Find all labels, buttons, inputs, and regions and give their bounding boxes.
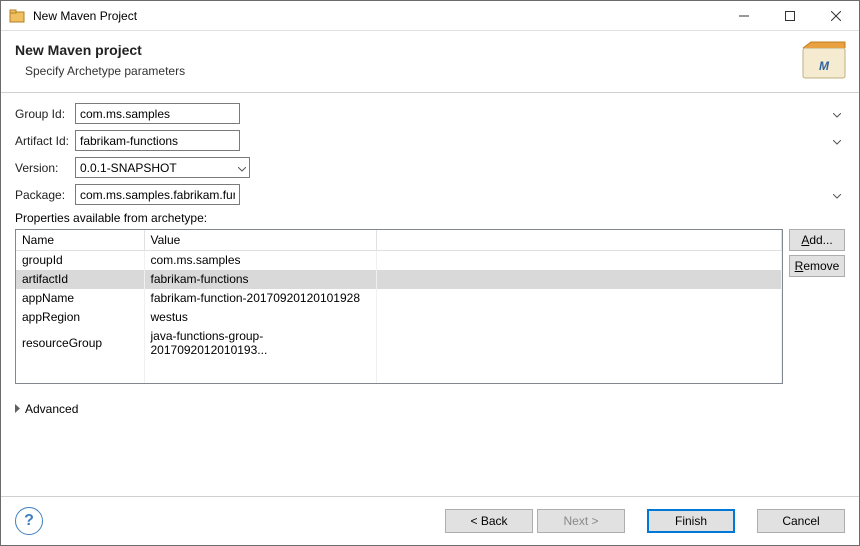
advanced-label: Advanced [25, 402, 78, 416]
table-row[interactable]: groupIdcom.ms.samples [16, 251, 782, 270]
remove-button[interactable]: Remove [789, 255, 845, 277]
remove-label: Remove [795, 259, 840, 273]
page-title: New Maven project [15, 42, 845, 58]
help-icon[interactable]: ? [15, 507, 43, 535]
svg-text:M: M [819, 59, 830, 73]
maximize-button[interactable] [767, 1, 813, 31]
app-icon [9, 8, 25, 24]
page-subtitle: Specify Archetype parameters [25, 64, 845, 78]
table-row[interactable]: appNamefabrikam-function-201709201201019… [16, 289, 782, 308]
close-button[interactable] [813, 1, 859, 31]
maven-icon: M [801, 40, 847, 86]
wizard-header: New Maven project Specify Archetype para… [1, 31, 859, 93]
next-button[interactable]: Next > [537, 509, 625, 533]
add-label: Add... [801, 233, 832, 247]
add-button[interactable]: Add... [789, 229, 845, 251]
group-id-label: Group Id: [15, 107, 75, 121]
artifact-id-field[interactable] [75, 130, 240, 151]
table-row[interactable]: resourceGroupjava-functions-group-201709… [16, 327, 782, 359]
package-field[interactable] [75, 184, 240, 205]
column-header[interactable]: Name [16, 230, 144, 251]
group-id-field[interactable] [75, 103, 240, 124]
chevron-down-icon [833, 188, 841, 202]
properties-table[interactable]: NameValue groupIdcom.ms.samplesartifactI… [15, 229, 783, 384]
window-title: New Maven Project [33, 9, 721, 23]
chevron-down-icon [833, 107, 841, 121]
wizard-buttons: ? < Back Next > Finish Cancel [1, 496, 859, 545]
table-row[interactable]: appRegionwestus [16, 308, 782, 327]
chevron-down-icon [833, 134, 841, 148]
advanced-expander[interactable]: Advanced [15, 402, 845, 416]
properties-section-label: Properties available from archetype: [15, 211, 845, 225]
cancel-button[interactable]: Cancel [757, 509, 845, 533]
version-field[interactable] [75, 157, 250, 178]
titlebar: New Maven Project [1, 1, 859, 31]
column-header[interactable] [376, 230, 782, 251]
finish-button[interactable]: Finish [647, 509, 735, 533]
back-button[interactable]: < Back [445, 509, 533, 533]
table-row[interactable]: artifactIdfabrikam-functions [16, 270, 782, 289]
caret-right-icon [15, 402, 21, 416]
version-label: Version: [15, 161, 75, 175]
minimize-button[interactable] [721, 1, 767, 31]
package-label: Package: [15, 188, 75, 202]
artifact-id-label: Artifact Id: [15, 134, 75, 148]
column-header[interactable]: Value [144, 230, 376, 251]
